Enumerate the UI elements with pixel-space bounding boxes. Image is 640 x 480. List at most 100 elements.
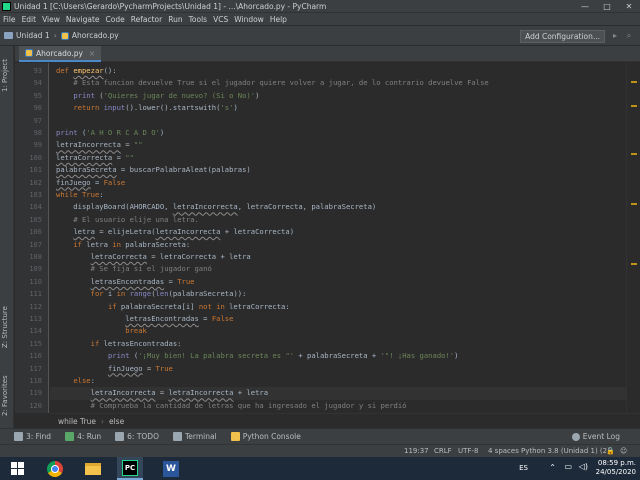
maximize-button[interactable]: □ xyxy=(596,2,618,11)
line-number[interactable]: 101 xyxy=(18,164,42,176)
menu-run[interactable]: Run xyxy=(168,15,182,24)
code-line[interactable]: break xyxy=(56,325,147,337)
line-number[interactable]: 116 xyxy=(18,350,42,362)
menu-file[interactable]: File xyxy=(3,15,16,24)
line-number[interactable]: 120 xyxy=(18,400,42,412)
code-line[interactable]: else: xyxy=(56,375,95,387)
code-line[interactable]: # El usuario elije una letra. xyxy=(56,214,199,226)
code-line[interactable]: if letrasEncontradas: xyxy=(56,338,182,350)
line-number[interactable]: 113 xyxy=(18,313,42,325)
search-everywhere-icon[interactable]: ⌕ xyxy=(624,31,634,41)
breadcrumb-else[interactable]: else xyxy=(109,417,124,426)
menu-view[interactable]: View xyxy=(42,15,60,24)
python-console-tool-button[interactable]: Python Console xyxy=(230,432,301,441)
code-line[interactable]: return input().lower().startswith('s') xyxy=(56,102,237,114)
warning-marker[interactable] xyxy=(631,81,637,83)
line-number[interactable]: 94 xyxy=(18,77,42,89)
code-line[interactable]: if palabraSecreta[i] not in letraCorrect… xyxy=(56,301,290,313)
code-line[interactable]: letra = elijeLetra(letraIncorrecta + let… xyxy=(56,226,294,238)
structure-tool-tab[interactable]: Z: Structure xyxy=(1,298,13,356)
line-number[interactable]: 99 xyxy=(18,139,42,151)
run-tool-button[interactable]: 4: Run xyxy=(65,432,101,441)
line-number[interactable]: 114 xyxy=(18,325,42,337)
line-number[interactable]: 111 xyxy=(18,288,42,300)
network-icon[interactable]: ▭ xyxy=(564,462,572,471)
line-number[interactable]: 118 xyxy=(18,375,42,387)
tray-clock[interactable]: 08:59 p.m. 24/05/2020 xyxy=(596,459,636,477)
notifications-icon[interactable]: ☺ xyxy=(620,447,627,455)
warning-marker[interactable] xyxy=(631,263,637,265)
keyboard-language[interactable]: ES xyxy=(519,464,528,472)
add-configuration-button[interactable]: Add Configuration... xyxy=(520,30,605,43)
line-number[interactable]: 103 xyxy=(18,189,42,201)
line-number[interactable]: 98 xyxy=(18,127,42,139)
line-number[interactable]: 108 xyxy=(18,251,42,263)
editor-scrollbar[interactable] xyxy=(626,63,640,413)
line-number[interactable]: 96 xyxy=(18,102,42,114)
run-config-icon[interactable]: ▸ xyxy=(610,31,620,41)
line-number[interactable]: 95 xyxy=(18,90,42,102)
line-number[interactable]: 110 xyxy=(18,276,42,288)
editor-tab-ahorcado[interactable]: Ahorcado.py × xyxy=(19,46,102,62)
code-line[interactable]: displayBoard(AHORCADO, letraIncorrecta, … xyxy=(56,201,376,213)
pycharm-taskbar-button[interactable]: PC xyxy=(117,457,143,480)
line-number[interactable]: 100 xyxy=(18,152,42,164)
tray-chevron-icon[interactable]: ⌃ xyxy=(549,463,556,472)
line-separator[interactable]: CRLF xyxy=(434,447,452,455)
lock-icon[interactable]: 🔒 xyxy=(606,447,615,455)
code-line[interactable]: palabraSecreta = buscarPalabraAleat(pala… xyxy=(56,164,251,176)
volume-icon[interactable]: ◁) xyxy=(579,462,588,471)
breadcrumb-while[interactable]: while True xyxy=(58,417,96,426)
code-line[interactable]: # Comprueba la cantidad de letras que ha… xyxy=(56,400,407,412)
caret-position[interactable]: 119:37 xyxy=(404,447,429,455)
code-line[interactable]: print ('¡Muy bien! La palabra secreta es… xyxy=(56,350,459,362)
minimize-button[interactable]: — xyxy=(574,2,596,11)
line-number[interactable]: 119 xyxy=(18,387,42,399)
menu-navigate[interactable]: Navigate xyxy=(66,15,100,24)
line-number[interactable]: 107 xyxy=(18,239,42,251)
close-tab-icon[interactable]: × xyxy=(89,49,95,58)
menu-vcs[interactable]: VCS xyxy=(213,15,228,24)
code-line[interactable]: letraIncorrecta = letraIncorrecta + letr… xyxy=(56,387,268,399)
menu-help[interactable]: Help xyxy=(270,15,287,24)
find-tool-button[interactable]: 3: Find xyxy=(14,432,51,441)
code-line[interactable]: letrasEncontradas = False xyxy=(56,313,233,325)
menu-code[interactable]: Code xyxy=(106,15,125,24)
code-editor[interactable]: def empezar(): # Esta funcion devuelve T… xyxy=(50,63,626,413)
line-number[interactable]: 115 xyxy=(18,338,42,350)
warning-marker[interactable] xyxy=(631,105,637,107)
code-line[interactable]: print ('Quieres jugar de nuevo? (Si o No… xyxy=(56,90,259,102)
chrome-taskbar-button[interactable] xyxy=(42,457,68,480)
menu-edit[interactable]: Edit xyxy=(22,15,37,24)
nav-project[interactable]: Unidad 1 xyxy=(4,31,50,40)
file-explorer-taskbar-button[interactable] xyxy=(80,457,106,480)
line-number[interactable]: 117 xyxy=(18,363,42,375)
todo-tool-button[interactable]: 6: TODO xyxy=(115,432,159,441)
warning-marker[interactable] xyxy=(631,203,637,205)
favorites-tool-tab[interactable]: 2: Favorites xyxy=(1,368,13,424)
code-line[interactable]: for i in range(len(palabraSecreta)): xyxy=(56,288,247,300)
menu-refactor[interactable]: Refactor xyxy=(131,15,162,24)
line-number[interactable]: 106 xyxy=(18,226,42,238)
code-line[interactable]: letraCorrecta = "" xyxy=(56,152,134,164)
line-number[interactable]: 104 xyxy=(18,201,42,213)
windows-start-button[interactable] xyxy=(4,457,30,480)
terminal-tool-button[interactable]: Terminal xyxy=(173,432,217,441)
indent-setting[interactable]: 4 spaces xyxy=(488,447,519,455)
code-line[interactable]: # Esta funcion devuelve True si el jugad… xyxy=(56,77,488,89)
close-window-button[interactable]: ✕ xyxy=(618,2,640,11)
word-taskbar-button[interactable]: W xyxy=(158,457,184,480)
python-interpreter[interactable]: Python 3.8 (Unidad 1) (2) xyxy=(521,447,610,455)
line-number[interactable]: 105 xyxy=(18,214,42,226)
line-number[interactable]: 109 xyxy=(18,263,42,275)
menu-window[interactable]: Window xyxy=(234,15,264,24)
code-line[interactable]: letraCorrecta = letraCorrecta + letra xyxy=(56,251,251,263)
line-number[interactable]: 112 xyxy=(18,301,42,313)
nav-file[interactable]: Ahorcado.py xyxy=(60,31,119,40)
code-line[interactable]: finJuego = False xyxy=(56,177,125,189)
code-line[interactable]: print ('A H O R C A D O') xyxy=(56,127,164,139)
file-encoding[interactable]: UTF-8 xyxy=(458,447,478,455)
warning-marker[interactable] xyxy=(631,153,637,155)
code-line[interactable]: finJuego = True xyxy=(56,363,173,375)
menu-tools[interactable]: Tools xyxy=(189,15,207,24)
